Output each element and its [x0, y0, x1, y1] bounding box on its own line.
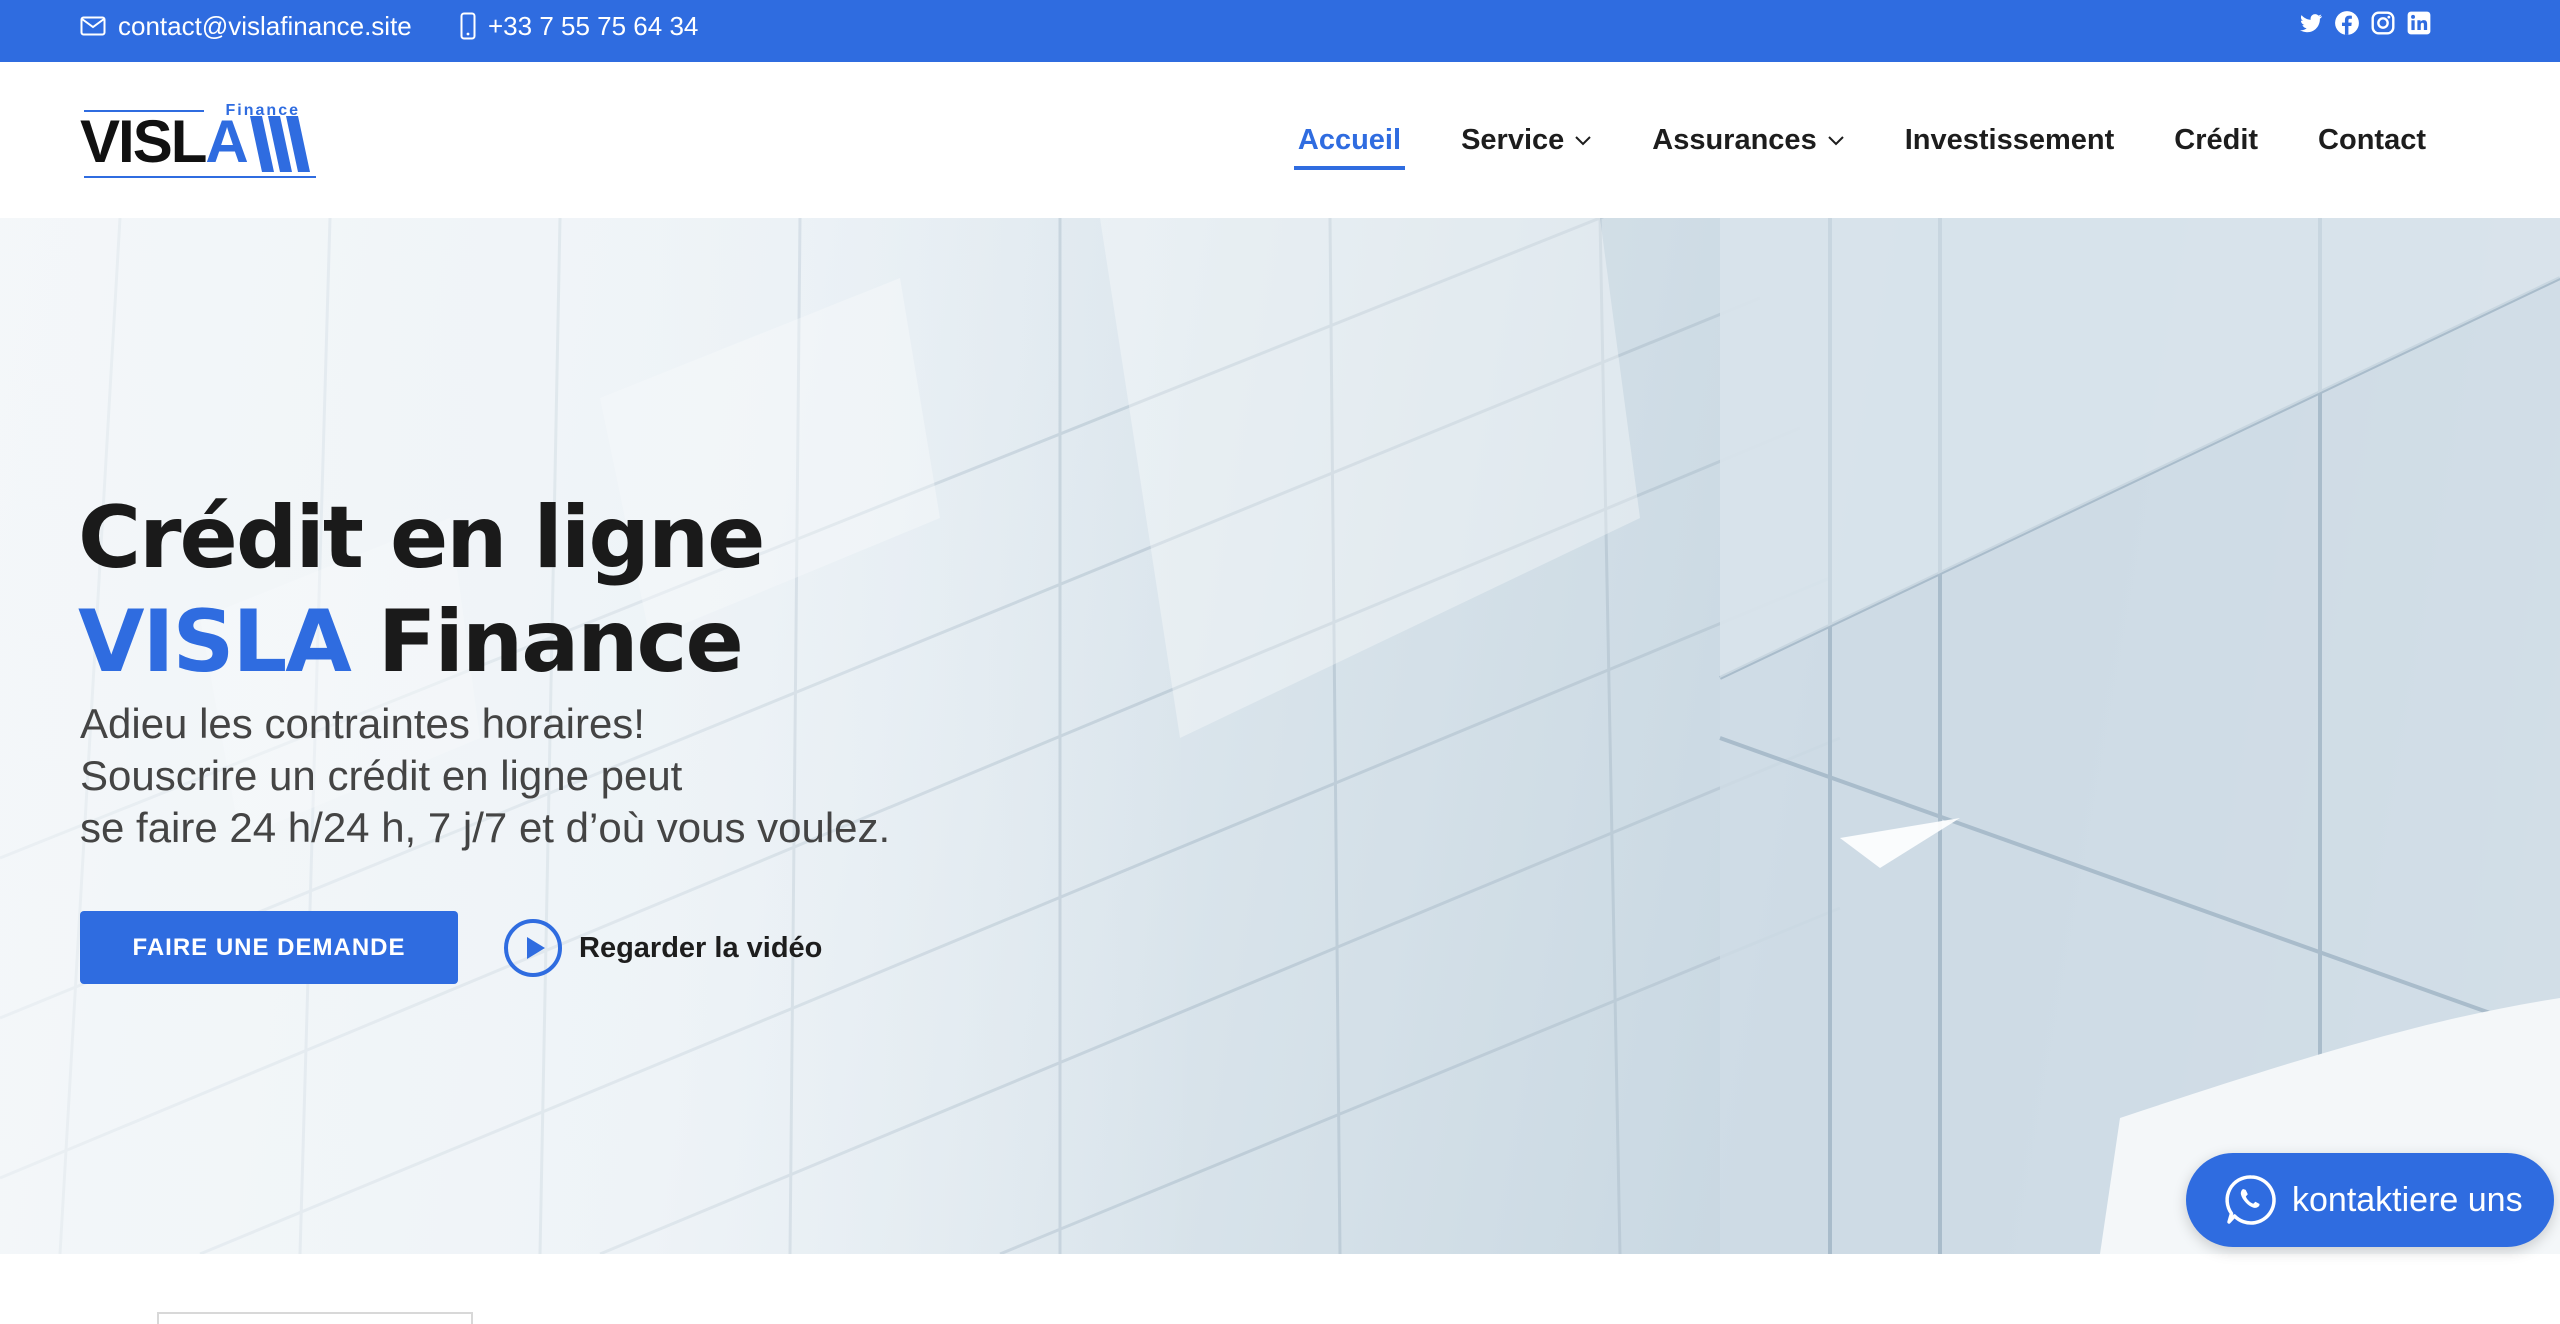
hero-title-rest: Finance [349, 592, 744, 692]
nav-item-label: Service [1461, 123, 1565, 156]
request-button[interactable]: FAIRE UNE DEMANDE [80, 911, 458, 984]
facebook-icon[interactable] [2334, 10, 2360, 36]
phone-icon [460, 12, 476, 40]
nav-item-service[interactable]: Service [1461, 110, 1592, 170]
social-links [2298, 10, 2432, 36]
instagram-icon[interactable] [2370, 10, 2396, 36]
play-icon [504, 919, 562, 977]
whatsapp-icon [2225, 1175, 2276, 1225]
linkedin-icon[interactable] [2406, 10, 2432, 36]
phone-text: +33 7 55 75 64 34 [488, 10, 699, 41]
nav-item-assurances[interactable]: Assurances [1652, 110, 1844, 170]
envelope-icon [80, 16, 106, 36]
hero-title-accent: VISLA [78, 592, 352, 692]
chevron-down-icon [1575, 136, 1591, 146]
hero-subtitle-line: Souscrire un crédit en ligne peut [80, 752, 683, 799]
twitter-icon[interactable] [2298, 10, 2324, 36]
hero-subtitle: Adieu les contraintes horaires! Souscrir… [80, 698, 1020, 854]
nav-item-contact[interactable]: Contact [2318, 110, 2426, 170]
whatsapp-label: kontaktiere uns [2292, 1180, 2523, 1219]
main-nav: Accueil Service Assurances Investissemen… [1293, 62, 2426, 218]
chevron-down-icon [1827, 136, 1844, 146]
logo-wordmark-main: VISL [80, 108, 207, 175]
nav-item-label: Contact [2318, 123, 2426, 156]
hero-title-line1: Crédit en ligne [78, 488, 766, 588]
phone-link[interactable]: +33 7 55 75 64 34 [460, 0, 698, 52]
top-bar: contact@vislafinance.site +33 7 55 75 64… [0, 0, 2560, 62]
watch-video-link[interactable]: Regarder la vidéo [503, 917, 822, 979]
hero-subtitle-line: se faire 24 h/24 h, 7 j/7 et d’où vous v… [80, 804, 891, 851]
watch-video-label: Regarder la vidéo [579, 931, 823, 964]
logo-wordmark: VISLA [80, 112, 249, 172]
hero-title: Crédit en ligne VISLA Finance [78, 486, 766, 694]
logo-wordmark-accent: A [205, 108, 248, 175]
nav-item-label: Assurances [1652, 123, 1817, 156]
site-header: Finance VISLA Accueil Service Assurances… [0, 62, 2560, 218]
email-link[interactable]: contact@vislafinance.site [80, 0, 412, 52]
nav-item-label: Crédit [2174, 123, 2259, 156]
nav-item-investissement[interactable]: Investissement [1905, 110, 2115, 170]
logo-bars-mark [250, 116, 310, 172]
whatsapp-contact-button[interactable]: kontaktiere uns [2186, 1153, 2554, 1247]
email-text: contact@vislafinance.site [118, 10, 412, 41]
nav-item-label: Accueil [1297, 123, 1402, 156]
nav-item-credit[interactable]: Crédit [2174, 110, 2258, 170]
logo-rule-bottom [84, 176, 316, 178]
next-section-card-edge [157, 1312, 473, 1324]
logo[interactable]: Finance VISLA [80, 100, 320, 180]
nav-item-label: Investissement [1904, 123, 2115, 156]
hero-subtitle-line: Adieu les contraintes horaires! [80, 700, 645, 747]
hero-section: Crédit en ligne VISLA Finance Adieu les … [0, 218, 2560, 1254]
nav-item-accueil[interactable]: Accueil [1293, 110, 1406, 170]
